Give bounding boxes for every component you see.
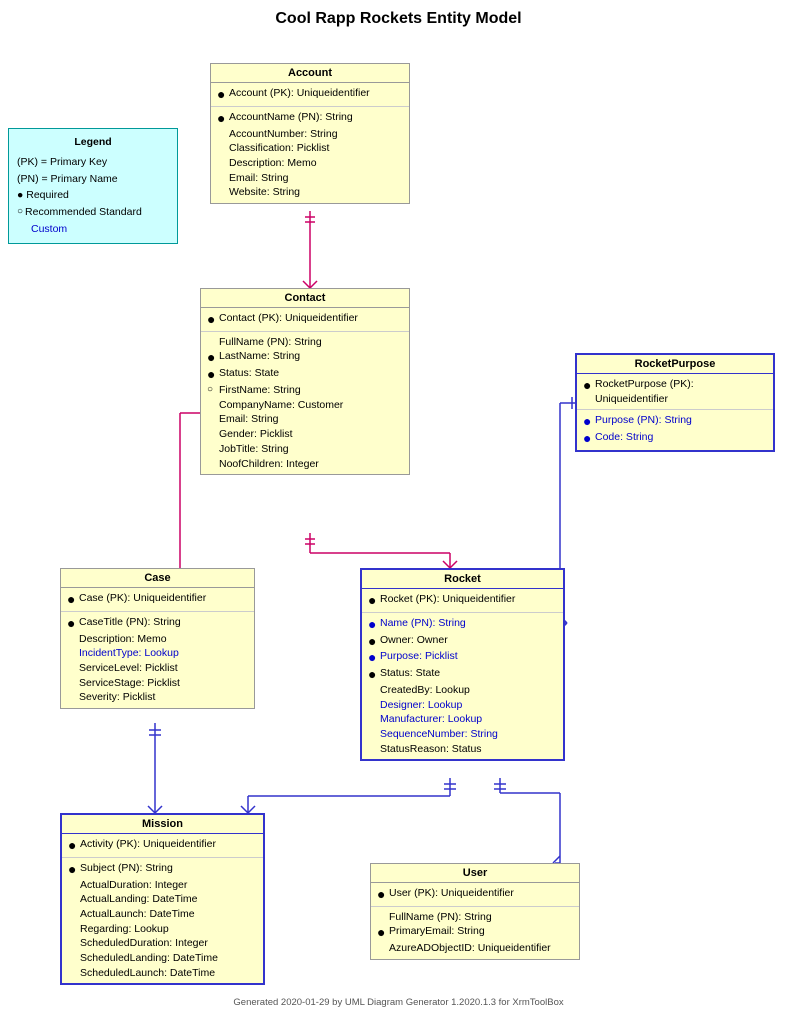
entity-rocketpurpose-pk-row: ● RocketPurpose (PK): Uniqueidentifier <box>583 377 767 406</box>
mission-field-7: ScheduledLaunch: DateTime <box>68 966 257 981</box>
entity-rocket-pk-row: ● Rocket (PK): Uniqueidentifier <box>368 592 557 609</box>
entity-rocketpurpose-header: RocketPurpose <box>577 355 773 374</box>
entity-user-pk-section: ● User (PK): Uniqueidentifier <box>371 883 579 907</box>
entity-case-pk-row: ● Case (PK): Uniqueidentifier <box>67 591 248 608</box>
entity-rocketpurpose-pk-section: ● RocketPurpose (PK): Uniqueidentifier <box>577 374 773 410</box>
bullet-filled: ● <box>217 110 229 127</box>
rocket-field-1: ● Owner: Owner <box>368 633 557 650</box>
entity-contact-header: Contact <box>201 289 409 308</box>
entity-mission-pk-row: ● Activity (PK): Uniqueidentifier <box>68 837 257 854</box>
entity-user: User ● User (PK): Uniqueidentifier FullN… <box>370 863 580 960</box>
mission-field-5: ScheduledDuration: Integer <box>68 936 257 951</box>
mission-field-2: ActualLanding: DateTime <box>68 892 257 907</box>
account-field-5: Website: String <box>217 185 403 200</box>
rocket-field-4: CreatedBy: Lookup <box>368 683 557 698</box>
entity-rocketpurpose: RocketPurpose ● RocketPurpose (PK): Uniq… <box>575 353 775 452</box>
mission-field-1: ActualDuration: Integer <box>68 878 257 893</box>
case-field-5: Severity: Picklist <box>67 690 248 705</box>
rocketpurpose-field-0: ● Purpose (PN): String <box>583 413 767 430</box>
entity-mission-header: Mission <box>62 815 263 834</box>
rocket-field-8: StatusReason: Status <box>368 742 557 757</box>
entity-case-header: Case <box>61 569 254 588</box>
entity-contact-pk-section: ● Contact (PK): Uniqueidentifier <box>201 308 409 332</box>
user-field-2: AzureADObjectID: Uniqueidentifier <box>377 941 573 956</box>
rocket-field-3: ● Status: State <box>368 666 557 683</box>
contact-field-8: NoofChildren: Integer <box>207 457 403 472</box>
entity-account-header: Account <box>211 64 409 83</box>
entity-user-header: User <box>371 864 579 883</box>
rocket-field-2: ● Purpose: Picklist <box>368 649 557 666</box>
entity-rocket-fields: ● Name (PN): String ● Owner: Owner ● Pur… <box>362 613 563 760</box>
entity-account-fields: ● AccountName (PN): String AccountNumber… <box>211 107 409 203</box>
footer: Generated 2020-01-29 by UML Diagram Gene… <box>0 997 797 1008</box>
legend: Legend (PK) = Primary Key (PN) = Primary… <box>8 128 178 244</box>
user-field-0: FullName (PN): String <box>377 910 573 925</box>
account-field-3: Description: Memo <box>217 156 403 171</box>
legend-required: ● Required <box>17 187 169 204</box>
rocket-field-0: ● Name (PN): String <box>368 616 557 633</box>
legend-pn: (PN) = Primary Name <box>17 171 169 188</box>
account-field-2: Classification: Picklist <box>217 141 403 156</box>
contact-field-2: ● Status: State <box>207 366 403 383</box>
user-field-1: ● PrimaryEmail: String <box>377 924 573 941</box>
entity-case-pk-section: ● Case (PK): Uniqueidentifier <box>61 588 254 612</box>
legend-pk: (PK) = Primary Key <box>17 154 169 171</box>
entity-user-pk-row: ● User (PK): Uniqueidentifier <box>377 886 573 903</box>
legend-recommended: ○ Recommended Standard <box>17 204 169 221</box>
contact-field-1: ● LastName: String <box>207 349 403 366</box>
mission-field-6: ScheduledLanding: DateTime <box>68 951 257 966</box>
mission-field-4: Regarding: Lookup <box>68 922 257 937</box>
entity-user-fields: FullName (PN): String ● PrimaryEmail: St… <box>371 907 579 959</box>
mission-field-3: ActualLaunch: DateTime <box>68 907 257 922</box>
account-field-0: ● AccountName (PN): String <box>217 110 403 127</box>
contact-field-5: Email: String <box>207 412 403 427</box>
entity-rocket-header: Rocket <box>362 570 563 589</box>
rocket-field-6: Manufacturer: Lookup <box>368 712 557 727</box>
account-field-1: AccountNumber: String <box>217 127 403 142</box>
entity-contact: Contact ● Contact (PK): Uniqueidentifier… <box>200 288 410 475</box>
entity-mission-pk-section: ● Activity (PK): Uniqueidentifier <box>62 834 263 858</box>
entity-account-pk-section: ● Account (PK): Uniqueidentifier <box>211 83 409 107</box>
contact-field-4: CompanyName: Customer <box>207 398 403 413</box>
case-field-4: ServiceStage: Picklist <box>67 676 248 691</box>
contact-field-7: JobTitle: String <box>207 442 403 457</box>
case-field-1: Description: Memo <box>67 632 248 647</box>
rocket-field-7: SequenceNumber: String <box>368 727 557 742</box>
entity-rocket-pk-section: ● Rocket (PK): Uniqueidentifier <box>362 589 563 613</box>
entity-contact-pk-row: ● Contact (PK): Uniqueidentifier <box>207 311 403 328</box>
entity-contact-fields: FullName (PN): String ● LastName: String… <box>201 332 409 474</box>
entity-account: Account ● Account (PK): Uniqueidentifier… <box>210 63 410 204</box>
entity-rocketpurpose-fields: ● Purpose (PN): String ● Code: String <box>577 410 773 450</box>
entity-rocket: Rocket ● Rocket (PK): Uniqueidentifier ●… <box>360 568 565 761</box>
legend-custom: Custom <box>17 221 169 238</box>
entity-account-pk-row: ● Account (PK): Uniqueidentifier <box>217 86 403 103</box>
contact-field-6: Gender: Picklist <box>207 427 403 442</box>
entity-case-fields: ● CaseTitle (PN): String Description: Me… <box>61 612 254 708</box>
entity-mission: Mission ● Activity (PK): Uniqueidentifie… <box>60 813 265 985</box>
contact-field-3: ○ FirstName: String <box>207 383 403 398</box>
case-field-2: IncidentType: Lookup <box>67 646 248 661</box>
entity-case: Case ● Case (PK): Uniqueidentifier ● Cas… <box>60 568 255 709</box>
page-title: Cool Rapp Rockets Entity Model <box>0 0 797 33</box>
account-field-4: Email: String <box>217 171 403 186</box>
rocketpurpose-field-1: ● Code: String <box>583 430 767 447</box>
entity-mission-fields: ● Subject (PN): String ActualDuration: I… <box>62 858 263 984</box>
contact-field-0: FullName (PN): String <box>207 335 403 350</box>
case-field-3: ServiceLevel: Picklist <box>67 661 248 676</box>
bullet-filled: ● <box>217 86 229 103</box>
rocket-field-5: Designer: Lookup <box>368 698 557 713</box>
case-field-0: ● CaseTitle (PN): String <box>67 615 248 632</box>
mission-field-0: ● Subject (PN): String <box>68 861 257 878</box>
legend-title: Legend <box>17 134 169 151</box>
